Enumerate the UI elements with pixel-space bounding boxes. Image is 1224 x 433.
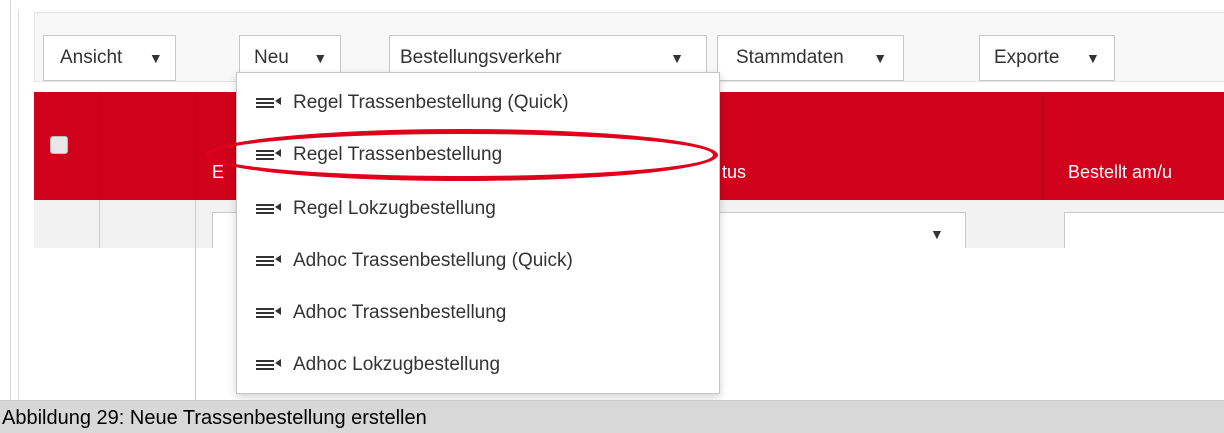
ansicht-label: Ansicht xyxy=(60,47,123,68)
menu-item-label: Adhoc Trassenbestellung (Quick) xyxy=(293,250,573,271)
figure-caption: Abbildung 29: Neue Trassenbestellung ers… xyxy=(2,407,427,429)
order-list-icon xyxy=(255,95,293,111)
neu-dropdown-menu: Regel Trassenbestellung (Quick) Regel Tr… xyxy=(236,72,720,394)
bestellt-am-filter-input[interactable] xyxy=(1064,212,1224,252)
figure-caption-bar: Abbildung 29: Neue Trassenbestellung ers… xyxy=(0,400,1224,433)
chevron-down-icon: ▼ xyxy=(873,50,888,66)
order-list-icon xyxy=(255,201,293,217)
exporte-button[interactable]: Exporte xyxy=(979,35,1072,81)
menu-item-label: Adhoc Lokzugbestellung xyxy=(293,354,501,375)
menu-item-label: Adhoc Trassenbestellung xyxy=(293,302,507,323)
menu-item-label: Regel Trassenbestellung xyxy=(293,144,503,165)
menu-item[interactable]: Adhoc Trassenbestellung xyxy=(255,293,506,333)
exporte-button-group: Exporte ▼ xyxy=(979,35,1116,81)
left-edge xyxy=(0,0,11,400)
menu-item-regel-trassenbestellung[interactable]: Regel Trassenbestellung xyxy=(255,135,502,175)
stammdaten-button[interactable]: Stammdaten xyxy=(717,35,858,81)
order-list-icon xyxy=(255,147,293,163)
header-divider xyxy=(195,92,196,200)
status-filter-select[interactable] xyxy=(700,212,966,252)
ansicht-button-group: Ansicht ▼ xyxy=(43,35,177,81)
menu-item[interactable]: Regel Trassenbestellung (Quick) xyxy=(255,83,569,123)
ansicht-caret-button[interactable]: ▼ xyxy=(136,35,177,81)
column-header-e[interactable]: E xyxy=(212,162,224,183)
stammdaten-label: Stammdaten xyxy=(736,47,844,68)
column-header-status[interactable]: tus xyxy=(722,162,746,183)
chevron-down-icon[interactable]: ▼ xyxy=(930,226,944,242)
exporte-label: Exporte xyxy=(994,47,1060,68)
column-header-bestellt-am[interactable]: Bestellt am/u xyxy=(1068,162,1172,183)
chevron-down-icon: ▼ xyxy=(148,50,163,66)
order-list-icon xyxy=(255,357,293,373)
header-divider xyxy=(99,92,100,200)
menu-item-label: Regel Trassenbestellung (Quick) xyxy=(293,92,569,113)
header-divider xyxy=(1042,92,1043,200)
menu-item[interactable]: Regel Lokzugbestellung xyxy=(255,189,496,229)
order-list-icon xyxy=(255,253,293,269)
menu-item[interactable]: Adhoc Trassenbestellung (Quick) xyxy=(255,241,573,281)
column-divider xyxy=(195,200,196,400)
exporte-caret-button[interactable]: ▼ xyxy=(1071,35,1116,81)
menu-item-label: Regel Lokzugbestellung xyxy=(293,198,496,219)
stammdaten-caret-button[interactable]: ▼ xyxy=(857,35,904,81)
neu-label: Neu xyxy=(254,47,289,68)
bestellungsverkehr-label: Bestellungsverkehr xyxy=(400,47,562,68)
menu-item[interactable]: Adhoc Lokzugbestellung xyxy=(255,345,500,385)
stammdaten-button-group: Stammdaten ▼ xyxy=(717,35,904,81)
column-divider xyxy=(99,200,100,248)
order-list-icon xyxy=(255,305,293,321)
chevron-down-icon: ▼ xyxy=(670,50,684,66)
chevron-down-icon: ▼ xyxy=(1086,50,1100,66)
chevron-down-icon: ▼ xyxy=(313,50,328,66)
select-all-checkbox[interactable] xyxy=(50,136,68,154)
ansicht-button[interactable]: Ansicht xyxy=(43,35,137,81)
